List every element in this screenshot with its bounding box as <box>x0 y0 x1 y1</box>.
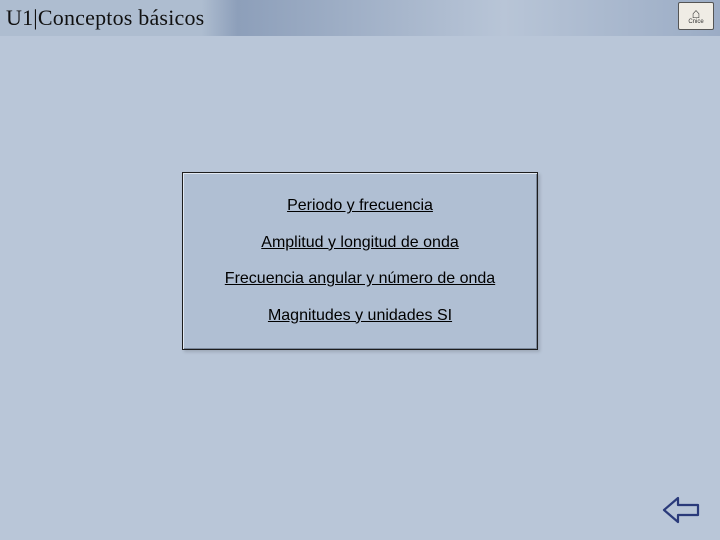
back-button[interactable] <box>660 494 702 526</box>
title-bar: U1|Conceptos básicos ⌂ Cnice <box>0 0 720 36</box>
menu-link-periodo[interactable]: Periodo y frecuencia <box>287 197 433 215</box>
house-icon: ⌂ <box>692 7 700 19</box>
topic-menu: Periodo y frecuencia Amplitud y longitud… <box>182 172 538 350</box>
arrow-left-icon <box>660 494 702 526</box>
logo-label: Cnice <box>688 19 703 25</box>
menu-link-frecuencia-angular[interactable]: Frecuencia angular y número de onda <box>225 270 495 288</box>
logo-badge: ⌂ Cnice <box>678 2 714 30</box>
page-title: U1|Conceptos básicos <box>6 5 204 31</box>
menu-link-magnitudes[interactable]: Magnitudes y unidades SI <box>268 307 452 325</box>
menu-link-amplitud[interactable]: Amplitud y longitud de onda <box>261 234 458 252</box>
